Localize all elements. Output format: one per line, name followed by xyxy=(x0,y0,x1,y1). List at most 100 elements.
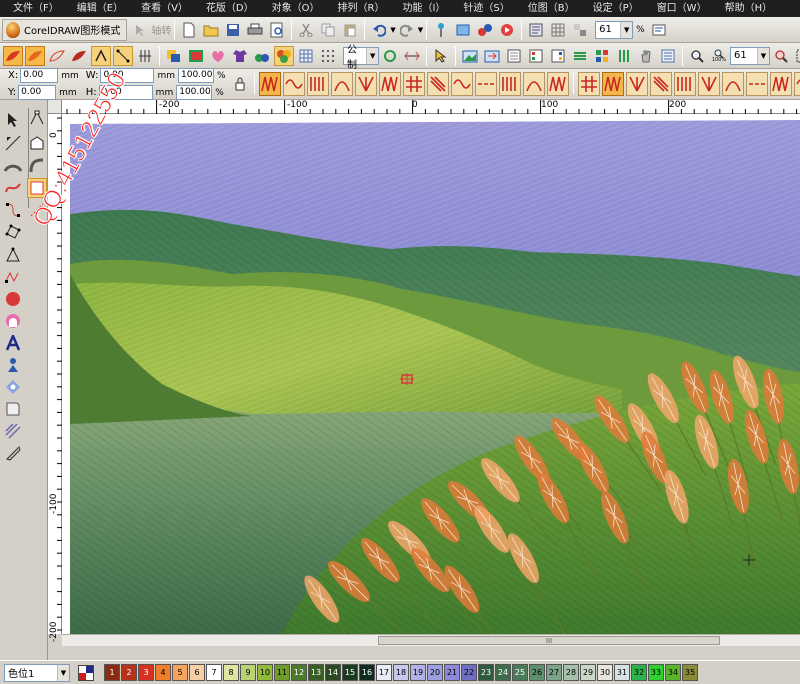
zoom-fit-icon[interactable] xyxy=(771,46,791,66)
arch-icon[interactable] xyxy=(3,311,23,331)
objects-icon[interactable] xyxy=(592,46,612,66)
zoom-100-icon[interactable]: 100% xyxy=(709,46,729,66)
zoom-level-select[interactable]: 61 ▼ xyxy=(730,46,770,65)
import-image-icon[interactable] xyxy=(460,46,480,66)
thread-swatch[interactable]: 20 xyxy=(427,664,443,681)
thread-swatch[interactable]: 16 xyxy=(359,664,375,681)
export-icon[interactable] xyxy=(482,46,502,66)
design-canvas[interactable] xyxy=(62,114,800,634)
w-percent-field[interactable]: 100.00 xyxy=(178,68,214,83)
thread-swatch[interactable]: 13 xyxy=(308,664,324,681)
menu-item-7[interactable]: 针迹（S） xyxy=(454,0,518,17)
stitch-type-grid-icon[interactable] xyxy=(577,72,600,96)
stitch-type-dash-icon[interactable] xyxy=(474,72,497,96)
thread-swatch[interactable]: 21 xyxy=(444,664,460,681)
shape-edit-icon[interactable] xyxy=(27,133,47,153)
thread-swatch[interactable]: 7 xyxy=(206,664,222,681)
thread-swatch[interactable]: 30 xyxy=(597,664,613,681)
reshape-icon[interactable] xyxy=(3,133,23,153)
stitch-type-wave-icon[interactable] xyxy=(450,72,473,96)
stitch-type-dash-icon[interactable] xyxy=(745,72,768,96)
thread-swatch[interactable]: 17 xyxy=(376,664,392,681)
show-hide-icon[interactable] xyxy=(649,20,669,40)
properties-icon[interactable] xyxy=(658,46,678,66)
measure-icon[interactable] xyxy=(402,46,422,66)
thread-swatch[interactable]: 10 xyxy=(257,664,273,681)
stitch-type-sat-icon[interactable] xyxy=(426,72,449,96)
leaf-fill-icon[interactable] xyxy=(3,45,23,66)
color-set-dropdown-icon[interactable]: ▼ xyxy=(57,664,69,681)
menu-item-0[interactable]: 文件（F） xyxy=(4,0,68,17)
thread-swatch[interactable]: 22 xyxy=(461,664,477,681)
machine-icon[interactable] xyxy=(475,20,495,40)
thread-swatch[interactable]: 32 xyxy=(631,664,647,681)
stitch-type-zig-icon[interactable] xyxy=(258,72,281,96)
y-field[interactable]: 0.00 xyxy=(18,85,57,100)
stitch-type-arc-icon[interactable] xyxy=(721,72,744,96)
hand-icon[interactable] xyxy=(636,46,656,66)
thread-swatch[interactable]: 14 xyxy=(325,664,341,681)
thread-swatch[interactable]: 18 xyxy=(393,664,409,681)
menu-item-8[interactable]: 位图（B） xyxy=(519,0,584,17)
wings-icon[interactable] xyxy=(208,46,228,66)
color-blocks-icon[interactable] xyxy=(164,46,184,66)
grid-icon[interactable] xyxy=(548,20,568,40)
zigzag-icon[interactable] xyxy=(3,267,23,287)
undo-dropdown-icon[interactable]: ▼ xyxy=(390,26,395,34)
new-file-icon[interactable] xyxy=(179,20,199,40)
zoom-in-icon[interactable] xyxy=(687,46,707,66)
menu-item-9[interactable]: 设定（P） xyxy=(584,0,648,17)
freehand-red-icon[interactable] xyxy=(3,178,23,198)
stitch-type-zig-icon[interactable] xyxy=(601,72,624,96)
stitch-type-sat-icon[interactable] xyxy=(649,72,672,96)
thread-colors-icon[interactable] xyxy=(614,46,634,66)
zoom-select[interactable]: 61 ▼ xyxy=(595,20,634,39)
print-icon[interactable] xyxy=(245,20,265,40)
redo-dropdown-icon[interactable]: ▼ xyxy=(418,26,423,34)
stitch-player-icon[interactable] xyxy=(497,20,517,40)
needle-icon[interactable] xyxy=(431,20,451,40)
polygon-icon[interactable] xyxy=(3,222,23,242)
circle-icon[interactable] xyxy=(3,289,23,309)
paste-icon[interactable] xyxy=(340,20,360,40)
thread-swatch[interactable]: 12 xyxy=(291,664,307,681)
thread-swatch[interactable]: 19 xyxy=(410,664,426,681)
show-stitches-icon[interactable] xyxy=(274,45,294,66)
thread-swatch[interactable]: 8 xyxy=(223,664,239,681)
thread-swatch[interactable]: 5 xyxy=(172,664,188,681)
stitch-type-fan-icon[interactable] xyxy=(697,72,720,96)
menu-item-6[interactable]: 功能（I） xyxy=(393,0,454,17)
thread-swatch[interactable]: 11 xyxy=(274,664,290,681)
thread-swatch[interactable]: 9 xyxy=(240,664,256,681)
thread-swatch[interactable]: 23 xyxy=(478,664,494,681)
h-percent-field[interactable]: 100.00 xyxy=(176,85,213,100)
thread-swatch[interactable]: 4 xyxy=(155,664,171,681)
copy-icon[interactable] xyxy=(318,20,338,40)
save-icon[interactable] xyxy=(223,20,243,40)
shirt-icon[interactable] xyxy=(230,46,250,66)
table-grid-icon[interactable] xyxy=(296,46,316,66)
color-film-icon[interactable] xyxy=(186,46,206,66)
triangle-icon[interactable] xyxy=(3,245,23,265)
menu-item-3[interactable]: 花版（D） xyxy=(197,0,263,17)
unit-dropdown-icon[interactable]: ▼ xyxy=(366,47,378,64)
stripes-icon[interactable] xyxy=(3,421,23,441)
leaf-red-icon[interactable] xyxy=(69,46,89,66)
hoop-icon[interactable] xyxy=(453,20,473,40)
stitch-type-wave-icon[interactable] xyxy=(793,72,800,96)
menu-item-10[interactable]: 窗口（W） xyxy=(648,0,716,17)
thread-swatch[interactable]: 6 xyxy=(189,664,205,681)
bezier-icon[interactable] xyxy=(3,200,23,220)
menu-item-11[interactable]: 帮助（H） xyxy=(716,0,782,17)
dots-grid-icon[interactable] xyxy=(318,46,338,66)
thread-swatch[interactable]: 15 xyxy=(342,664,358,681)
select-arrow-icon[interactable] xyxy=(3,110,23,130)
thread-swatch[interactable]: 27 xyxy=(546,664,562,681)
lettering-icon[interactable] xyxy=(3,333,23,353)
column-icon[interactable] xyxy=(135,46,155,66)
cursor-color-icon[interactable] xyxy=(431,46,451,66)
curve-icon[interactable] xyxy=(27,156,47,176)
lock-proportions-icon[interactable] xyxy=(230,74,250,94)
stitch-list-icon[interactable] xyxy=(526,46,546,66)
thread-swatch[interactable]: 24 xyxy=(495,664,511,681)
